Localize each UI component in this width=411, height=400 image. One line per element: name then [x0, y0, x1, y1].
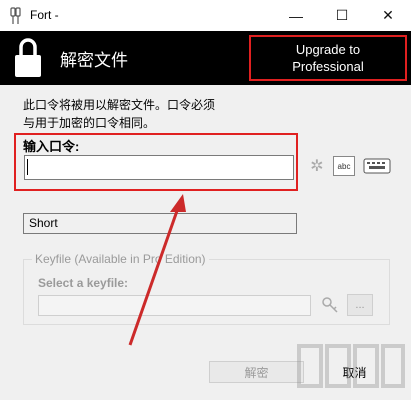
- title-bar: Fort - — ☐ ✕: [0, 0, 411, 31]
- decrypt-button[interactable]: 解密: [209, 361, 304, 383]
- close-button[interactable]: ✕: [365, 0, 411, 31]
- window-title: Fort -: [30, 8, 59, 22]
- keyfile-path-input[interactable]: [38, 295, 311, 316]
- minimize-button[interactable]: —: [273, 0, 319, 31]
- keyfile-group-label: Keyfile (Available in Pro Edition): [32, 252, 209, 266]
- key-icon[interactable]: [319, 294, 341, 316]
- upgrade-label-line2: Professional: [292, 59, 364, 74]
- text-caret: [27, 159, 28, 175]
- select-keyfile-label: Select a keyfile:: [38, 276, 129, 290]
- generate-password-icon[interactable]: ✲: [306, 156, 328, 176]
- description-text: 此口令将被用以解密文件。口令必须 与用于加密的口令相同。: [23, 96, 283, 132]
- app-key-icon: [10, 7, 21, 24]
- watermark-logo: [297, 344, 405, 388]
- description-line1: 此口令将被用以解密文件。口令必须: [23, 98, 216, 112]
- password-input[interactable]: [24, 155, 294, 180]
- description-line2: 与用于加密的口令相同。: [23, 116, 156, 130]
- browse-keyfile-button[interactable]: ...: [347, 294, 373, 316]
- header-title: 解密文件: [60, 51, 128, 71]
- header-banner: 解密文件 Upgrade to Professional: [0, 31, 411, 85]
- show-text-button[interactable]: abc: [333, 156, 355, 176]
- password-strength-indicator: Short: [23, 213, 297, 234]
- lock-icon: [15, 38, 41, 77]
- keyboard-icon[interactable]: [363, 156, 391, 176]
- maximize-button[interactable]: ☐: [319, 0, 365, 31]
- upgrade-button[interactable]: Upgrade to Professional: [249, 35, 407, 81]
- upgrade-label-line1: Upgrade to: [295, 42, 361, 57]
